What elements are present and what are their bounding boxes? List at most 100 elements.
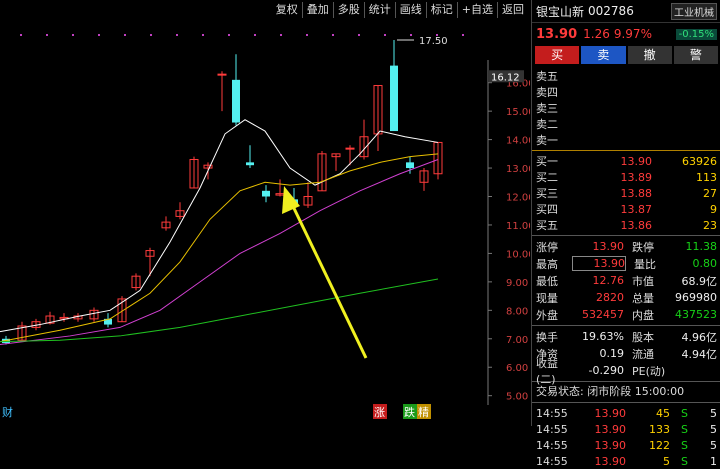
stat-label: 总量 bbox=[632, 291, 654, 305]
toolbar-huaxian[interactable]: 画线 bbox=[394, 2, 426, 18]
tick-row: 14:55 13.90 5 S 1 bbox=[536, 454, 717, 468]
axis-tick-label: 7.00 bbox=[506, 335, 528, 346]
last-price: 13.90 bbox=[536, 26, 578, 42]
toolbar-fuquan[interactable]: 复权 bbox=[272, 2, 302, 18]
stat-row: 涨停 13.90 跌停 11.38 bbox=[532, 238, 720, 255]
stat-value: 4.96亿 bbox=[681, 330, 718, 344]
axis-tick-label: 12.00 bbox=[506, 193, 530, 204]
top-marker bbox=[46, 34, 48, 36]
cancel-order-button[interactable]: 撤 bbox=[627, 46, 672, 64]
stat-value: 437523 bbox=[675, 308, 717, 321]
stat-label: 量比 bbox=[634, 257, 656, 271]
stat-value: 969980 bbox=[675, 291, 717, 304]
tick-row: 14:55 13.90 122 S 5 bbox=[536, 438, 717, 452]
stat-label: 股本 bbox=[632, 330, 654, 344]
stat-value: 11.38 bbox=[685, 240, 718, 253]
axis-tick-label: 13.00 bbox=[506, 164, 530, 175]
top-marker bbox=[150, 34, 152, 36]
toolbar-diejia[interactable]: 叠加 bbox=[301, 2, 333, 18]
fundamental-stats: 换手 19.63% 股本 4.96亿 净资 0.19 流通 4.94亿 收益(二) -0.290 P… bbox=[532, 328, 720, 386]
axis-tick-label: 15.00 bbox=[506, 107, 530, 118]
top-marker bbox=[280, 34, 282, 36]
trade-status: 交易状态: 闭市阶段 15:00:00 bbox=[536, 385, 685, 398]
axis-tick-label: 9.00 bbox=[506, 278, 528, 289]
toolbar-tongji[interactable]: 统计 bbox=[363, 2, 395, 18]
tick-list[interactable]: 14:55 13.90 45 S 5 14:55 13.90 133 S 5 14:55 13.90 1… bbox=[532, 405, 720, 469]
bid-row: 买四 13.87 9 bbox=[536, 202, 717, 217]
stat-label: 现量 bbox=[536, 291, 558, 305]
stat-row: 外盘 532457 内盘 437523 bbox=[532, 306, 720, 323]
candle-body bbox=[246, 162, 254, 166]
toolbar-biaoji[interactable]: 标记 bbox=[425, 2, 457, 18]
stat-label: 外盘 bbox=[536, 308, 558, 322]
stock-name: 银宝山新 bbox=[536, 4, 585, 19]
stat-row: 现量 2820 总量 969980 bbox=[532, 289, 720, 306]
top-marker bbox=[410, 34, 412, 36]
chart-toolbar: 复权 叠加 多股 统计 画线 标记 +自选 返回 bbox=[272, 2, 528, 18]
axis-tick-label: 14.00 bbox=[506, 136, 530, 147]
candle-body bbox=[232, 79, 240, 123]
candle-body bbox=[406, 162, 414, 169]
stat-value: 0.80 bbox=[692, 257, 718, 270]
top-marker bbox=[124, 34, 126, 36]
price-change-pct: 9.97% bbox=[613, 27, 652, 41]
stat-value: 19.63% bbox=[582, 330, 624, 343]
top-marker bbox=[228, 34, 230, 36]
stat-value: 68.9亿 bbox=[681, 274, 718, 288]
kline-chart[interactable]: 16.0015.0014.0013.0012.0011.0010.009.008… bbox=[0, 0, 530, 426]
sector-tag[interactable]: 工业机械 bbox=[671, 2, 717, 20]
stat-row: 收益(二) -0.290 PE(动) bbox=[532, 357, 720, 386]
stat-value: 0.19 bbox=[599, 347, 625, 360]
stat-value: 12.76 bbox=[592, 274, 625, 287]
ask-row: 卖五 bbox=[536, 70, 558, 83]
axis-tick-label: 8.00 bbox=[506, 306, 528, 317]
top-marker bbox=[20, 34, 22, 36]
top-marker bbox=[462, 34, 464, 36]
alert-button[interactable]: 警 bbox=[673, 46, 718, 64]
tick-row: 14:55 13.90 133 S 5 bbox=[536, 422, 717, 436]
stat-label: 换手 bbox=[536, 330, 558, 344]
stat-value: 13.90 bbox=[572, 256, 626, 271]
ma60-line bbox=[0, 278, 439, 343]
stat-label: 最高 bbox=[536, 257, 558, 271]
price-change: 1.26 bbox=[583, 27, 610, 41]
bid-row: 买三 13.88 27 bbox=[536, 186, 717, 201]
ma10-line bbox=[0, 153, 439, 343]
bid-list: 买一 13.90 63926 买二 13.89 113 买三 13.88 27 买四 13.8… bbox=[532, 153, 720, 233]
top-marker bbox=[176, 34, 178, 36]
buy-button[interactable]: 买 bbox=[535, 46, 580, 64]
stat-label: 市值 bbox=[632, 274, 654, 288]
top-marker bbox=[306, 34, 308, 36]
candle-body bbox=[217, 73, 227, 76]
toolbar-back[interactable]: 返回 bbox=[497, 2, 528, 18]
candle-body bbox=[390, 65, 398, 132]
stat-label: 涨停 bbox=[536, 240, 558, 254]
current-price-label: 16.12 bbox=[491, 72, 520, 83]
toolbar-duogu[interactable]: 多股 bbox=[332, 2, 364, 18]
stat-row: 最低 12.76 市值 68.9亿 bbox=[532, 272, 720, 289]
top-marker bbox=[98, 34, 100, 36]
stat-label: PE(动) bbox=[632, 364, 666, 378]
sell-button[interactable]: 卖 bbox=[581, 46, 626, 64]
top-marker bbox=[358, 34, 360, 36]
ask-row: 卖三 bbox=[536, 102, 558, 115]
stat-label: 最低 bbox=[536, 274, 558, 288]
top-marker bbox=[72, 34, 74, 36]
stat-value: 13.90 bbox=[592, 240, 625, 253]
stat-label: 跌停 bbox=[632, 240, 654, 254]
axis-tick-label: 5.00 bbox=[506, 392, 528, 403]
sector-change: -0.15% bbox=[675, 28, 717, 40]
stat-row: 换手 19.63% 股本 4.96亿 bbox=[532, 328, 720, 345]
toolbar-add-watchlist[interactable]: +自选 bbox=[456, 2, 497, 18]
bid-row: 买一 13.90 63926 bbox=[536, 154, 717, 169]
axis-tick-label: 11.00 bbox=[506, 221, 530, 232]
top-marker bbox=[332, 34, 334, 36]
axis-tick-label: 10.00 bbox=[506, 249, 530, 260]
candle-body bbox=[345, 147, 355, 150]
ask-list: 卖五 卖四 卖三 卖二 卖一 bbox=[532, 68, 720, 148]
stat-value: 532457 bbox=[582, 308, 624, 321]
stat-row: 最高 13.90 量比 0.80 bbox=[532, 255, 720, 272]
ask-row: 卖二 bbox=[536, 118, 558, 131]
stat-label: 内盘 bbox=[632, 308, 654, 322]
candle-body bbox=[262, 190, 270, 197]
